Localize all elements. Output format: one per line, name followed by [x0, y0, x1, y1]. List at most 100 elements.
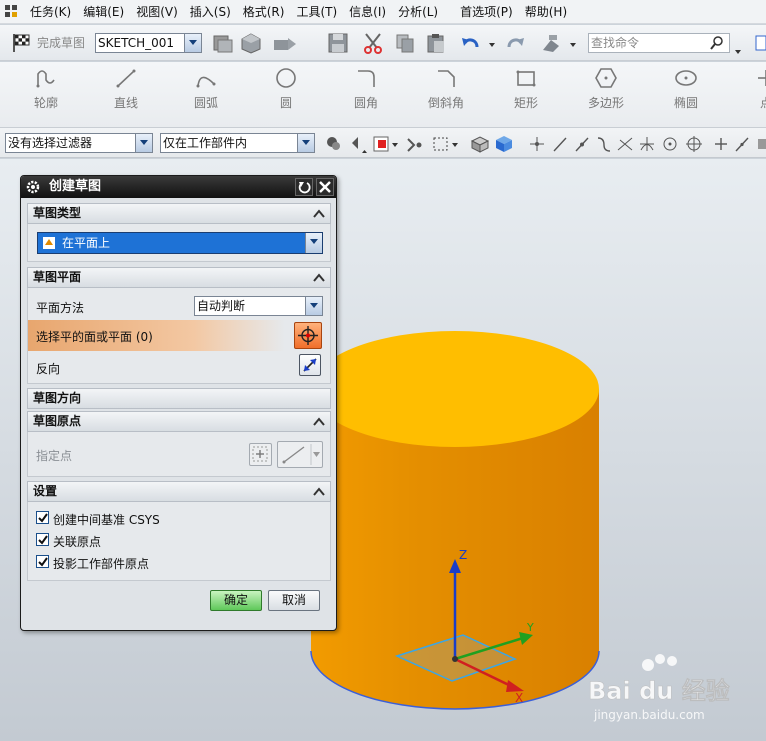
create-datum-csys-checkbox[interactable] [36, 511, 49, 524]
circle-tool[interactable]: 圆 [251, 62, 321, 124]
chevron-up-icon[interactable] [311, 484, 327, 499]
toolbar-options-icon[interactable] [734, 44, 742, 54]
plane-method-label: 平面方法 [36, 301, 85, 315]
line-tool[interactable]: 直线 [91, 62, 161, 124]
rectangle-select-icon[interactable] [433, 137, 458, 151]
selection-tools-icon[interactable] [540, 32, 576, 54]
menu-preferences[interactable]: 首选项(P) [454, 1, 519, 23]
menu-analysis[interactable]: 分析(L) [392, 1, 444, 23]
sketch-orient-icon[interactable] [270, 32, 303, 54]
app-grid-icon[interactable] [4, 3, 22, 21]
chevron-down-icon[interactable] [305, 297, 322, 315]
chevron-up-icon[interactable] [311, 206, 327, 221]
select-face-target-icon[interactable] [294, 322, 322, 349]
menu-format[interactable]: 格式(R) [237, 1, 291, 23]
menu-help[interactable]: 帮助(H) [519, 1, 573, 23]
reset-icon[interactable] [295, 178, 313, 196]
y-axis-label: Y [526, 621, 534, 634]
fillet-tool[interactable]: 圆角 [331, 62, 401, 124]
sketch-orientation-section-header[interactable]: 草图方向 [27, 388, 331, 409]
chevron-up-icon[interactable] [311, 414, 327, 429]
sketch-plane-section-header[interactable]: 草图平面 [27, 267, 331, 288]
settings-section-header[interactable]: 设置 [27, 481, 331, 502]
snap-point-on-surface-icon[interactable] [758, 139, 766, 149]
snap-perpendicular-icon[interactable] [640, 137, 654, 151]
ellipse-tool[interactable]: 椭圆 [651, 62, 721, 124]
menu-view[interactable]: 视图(V) [130, 1, 184, 23]
menu-info[interactable]: 信息(I) [343, 1, 392, 23]
select-solid-icon[interactable] [470, 136, 490, 153]
snap-center-icon[interactable] [663, 137, 677, 151]
point-tool[interactable]: 点 [731, 62, 766, 124]
profile-tool[interactable]: 轮廓 [11, 62, 81, 124]
snap-intersection-icon[interactable] [617, 137, 633, 151]
snap-quadrant-icon[interactable] [686, 136, 702, 152]
gear-icon[interactable] [25, 179, 41, 195]
arc-tool[interactable]: 圆弧 [171, 62, 241, 124]
snap-point-on-curve-icon[interactable] [735, 137, 749, 152]
snap-point-icon[interactable] [352, 137, 367, 153]
selection-scope-select[interactable]: 仅在工作部件内 [160, 133, 315, 153]
circle-label: 圆 [279, 96, 292, 110]
selection-tools-strip [327, 136, 766, 153]
reattach-sketch-icon[interactable] [240, 32, 262, 54]
sketch-type-select[interactable]: 在平面上 [37, 232, 323, 254]
project-work-part-origin-checkbox[interactable] [36, 555, 49, 568]
sketch-type-section-header[interactable]: 草图类型 [27, 203, 331, 224]
color-filter-icon[interactable] [373, 136, 398, 152]
snap-line-icon[interactable] [553, 137, 567, 152]
reverse-direction-icon[interactable] [299, 354, 321, 376]
select-body-icon[interactable] [496, 136, 512, 152]
associative-origin-checkbox[interactable] [36, 533, 49, 546]
toolbar-overflow-icon[interactable] [752, 32, 766, 54]
sketch-origin-section-header[interactable]: 草图原点 [27, 411, 331, 432]
snap-existing-point-icon[interactable] [715, 138, 727, 150]
cut-icon[interactable] [362, 32, 384, 54]
menu-task[interactable]: 任务(K) [24, 1, 77, 23]
chevron-down-icon[interactable] [305, 233, 322, 253]
select-face-row[interactable]: 选择平的面或平面 (0) [28, 320, 330, 351]
feature-filter-icon[interactable] [327, 137, 340, 150]
chamfer-tool[interactable]: 倒斜角 [411, 62, 481, 124]
chevron-up-icon[interactable] [311, 270, 327, 285]
attach-sketch-icon[interactable] [210, 32, 233, 54]
snap-curve-icon[interactable] [597, 137, 611, 152]
polygon-tool[interactable]: 多边形 [571, 62, 641, 124]
line-label: 直线 [113, 96, 138, 110]
inferred-point-select[interactable] [277, 441, 323, 468]
copy-icon[interactable] [394, 32, 416, 54]
finish-sketch-label[interactable]: 完成草图 [37, 34, 85, 51]
snap-endpoint-icon[interactable] [530, 137, 544, 151]
menu-tools[interactable]: 工具(T) [290, 1, 343, 23]
menu-edit[interactable]: 编辑(E) [77, 1, 130, 23]
menu-bar: 任务(K) 编辑(E) 视图(V) 插入(S) 格式(R) 工具(T) 信息(I… [0, 0, 766, 24]
select-face-label: 选择平的面或平面 (0) [36, 330, 153, 344]
sketch-name-select[interactable]: SKETCH_001 [95, 33, 202, 53]
cancel-button[interactable]: 取消 [268, 590, 320, 611]
settings-section-body: 创建中间基准 CSYS 关联原点 投影工作部件原点 [27, 502, 331, 581]
menu-insert[interactable]: 插入(S) [184, 1, 237, 23]
close-icon[interactable] [316, 178, 334, 196]
select-connect-icon[interactable] [407, 138, 422, 152]
plane-method-select[interactable]: 自动判断 [194, 296, 323, 316]
snap-midpoint-icon[interactable] [575, 137, 589, 152]
search-icon[interactable] [709, 35, 725, 51]
ok-button[interactable]: 确定 [210, 590, 262, 611]
watermark-url: jingyan.baidu.com [593, 708, 705, 722]
save-icon[interactable] [327, 32, 349, 54]
redo-icon[interactable] [505, 32, 527, 54]
point-dialog-icon[interactable] [249, 443, 272, 466]
selection-filter-select[interactable]: 没有选择过滤器 [5, 133, 153, 153]
command-finder-input[interactable]: 查找命令 [588, 33, 730, 53]
rectangle-label: 矩形 [513, 96, 538, 110]
paste-icon[interactable] [425, 32, 447, 54]
finish-sketch-flag-icon[interactable] [10, 32, 32, 54]
dialog-titlebar[interactable]: 创建草图 [21, 176, 336, 198]
chevron-down-icon[interactable] [184, 34, 201, 52]
chevron-down-icon[interactable] [135, 134, 152, 152]
chevron-down-icon[interactable] [297, 134, 314, 152]
rectangle-tool[interactable]: 矩形 [491, 62, 561, 124]
project-work-part-origin-label: 投影工作部件原点 [53, 557, 150, 571]
point-icon [758, 70, 766, 86]
undo-icon[interactable] [460, 32, 495, 54]
